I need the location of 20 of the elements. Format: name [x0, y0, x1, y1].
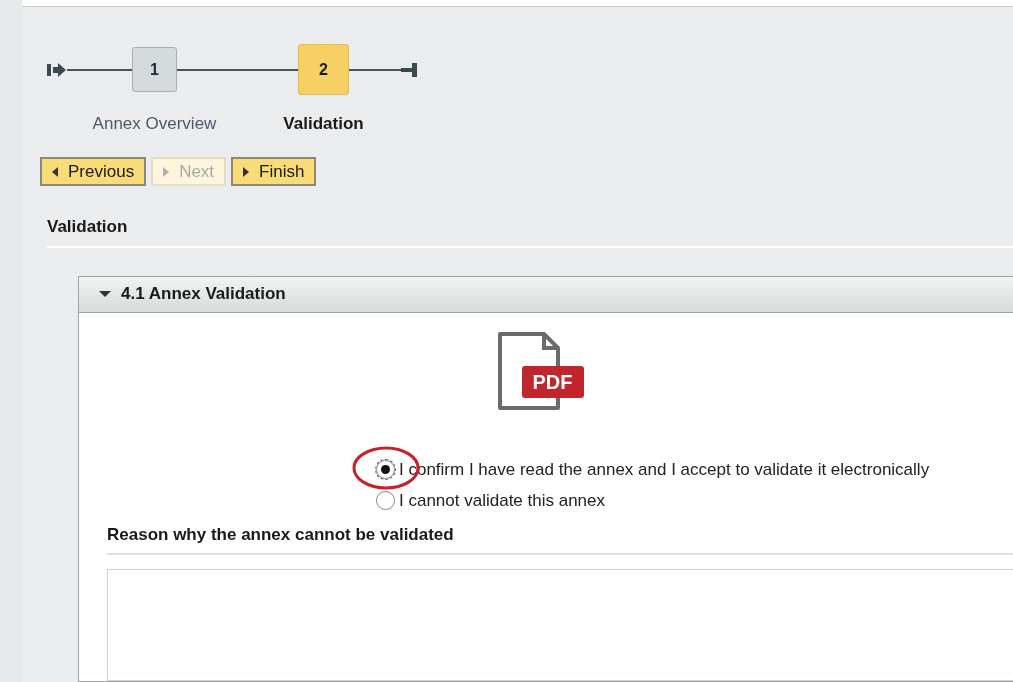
- panel-title: 4.1 Annex Validation: [121, 283, 286, 306]
- section-title: Validation: [47, 217, 128, 236]
- radio-button[interactable]: [376, 459, 395, 479]
- caret-down-icon: [99, 290, 111, 298]
- panel-header[interactable]: 4.1 Annex Validation: [79, 276, 1013, 313]
- wizard-button[interactable]: Finish: [231, 157, 317, 186]
- radio-button[interactable]: [376, 491, 395, 511]
- option-label[interactable]: I cannot validate this annex: [399, 488, 606, 514]
- left-arrow-icon: [52, 166, 58, 177]
- step-label: Annex Overview: [92, 113, 217, 135]
- right-arrow-icon: [243, 166, 250, 177]
- end-icon: [401, 61, 417, 78]
- step-label: Validation: [283, 113, 364, 135]
- reason-field[interactable]: [107, 569, 1013, 681]
- right-arrow-icon: [163, 166, 170, 177]
- step-marker[interactable]: 2: [298, 44, 349, 95]
- step-marker[interactable]: 1: [132, 47, 177, 92]
- reason-label: Reason why the annex cannot be validated: [107, 524, 454, 544]
- wizard-button[interactable]: Previous: [40, 157, 147, 186]
- start-icon: [47, 61, 67, 78]
